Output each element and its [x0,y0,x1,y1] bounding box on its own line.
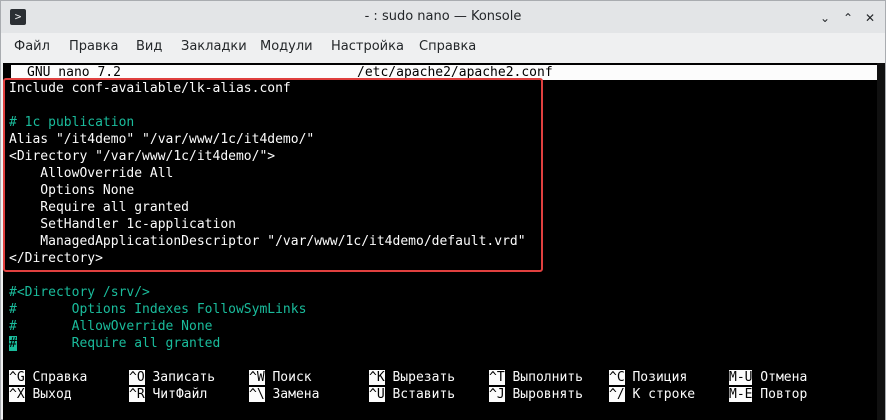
shortcut-key: ^X [9,387,25,402]
shortcut-label: Позиция [624,370,688,385]
shortcut-label: Записать [144,370,216,385]
shortcut-item: ^X Выход [9,386,72,403]
shortcut-label: Повтор [752,387,808,402]
shortcut-key: ^/ [609,387,625,402]
highlight-annotation-box [3,78,543,272]
shortcut-key: ^G [9,370,25,385]
terminal-scrollbar[interactable] [877,63,885,420]
shortcut-key: M-E [729,387,753,402]
shortcut-key: M-U [729,370,753,385]
title-bar[interactable]: > - : sudo nano — Konsole ⌄ ⌃ ✕ [1,1,885,33]
shortcut-item: M-E Повтор [729,386,807,403]
shortcut-item: ^K Вырезать [369,369,455,386]
shortcut-key: ^O [129,370,145,385]
editor-line: # AllowOverride None [9,319,213,334]
menu-help[interactable]: Справка [419,39,476,54]
shortcut-label: Замена [264,387,320,402]
minimize-button[interactable]: ⌄ [816,9,834,27]
maximize-button[interactable]: ⌃ [839,9,857,27]
shortcut-label: Вставить [384,387,456,402]
shortcut-item: M-U Отмена [729,369,807,386]
shortcut-key: ^T [489,370,505,385]
menu-bookmarks[interactable]: Закладки [181,39,247,54]
shortcut-key: ^K [369,370,385,385]
konsole-window: > - : sudo nano — Konsole ⌄ ⌃ ✕ Файл Пра… [0,0,886,420]
shortcut-key: ^R [129,387,145,402]
shortcut-item: ^O Записать [129,369,215,386]
shortcut-key: ^U [369,387,385,402]
menu-view[interactable]: Вид [136,39,162,54]
editor-line: # Require all granted [9,336,221,351]
editor-line: # Options Indexes FollowSymLinks [9,302,307,317]
shortcut-label: ЧитФайл [144,387,208,402]
terminal-area[interactable]: GNU nano 7.2 /etc/apache2/apache2.conf I… [3,63,885,420]
shortcut-label: Поиск [264,370,312,385]
shortcut-label: Выполнить [504,370,583,385]
shortcut-label: Выровнять [504,387,583,402]
shortcut-label: Выход [24,387,72,402]
shortcut-key: ^C [609,370,625,385]
shortcut-label: Справка [24,370,88,385]
shortcut-label: Вырезать [384,370,456,385]
shortcut-item: ^T Выполнить [489,369,583,386]
menu-plugins[interactable]: Модули [260,39,313,54]
shortcut-key: ^W [249,370,265,385]
shortcut-item: ^C Позиция [609,369,687,386]
shortcut-item: ^U Вставить [369,386,455,403]
close-button[interactable]: ✕ [861,9,879,27]
shortcut-item: ^/ К строке [609,386,695,403]
shortcut-item: ^J Выровнять [489,386,583,403]
menu-settings[interactable]: Настройка [331,39,404,54]
shortcut-key: ^\ [249,387,265,402]
text-cursor: # [9,336,17,351]
shortcut-key: ^J [489,387,505,402]
window-title: - : sudo nano — Konsole [364,9,522,24]
shortcut-item: ^W Поиск [249,369,312,386]
shortcut-item: ^R ЧитФайл [129,386,207,403]
editor-line: #<Directory /srv/> [9,285,150,300]
menu-edit[interactable]: Правка [69,39,118,54]
shortcut-label: Отмена [752,370,808,385]
shortcut-item: ^\ Замена [249,386,319,403]
shortcut-label: К строке [624,387,696,402]
menu-file[interactable]: Файл [14,39,50,54]
shortcut-item: ^G Справка [9,369,87,386]
menu-bar: Файл Правка Вид Закладки Модули Настройк… [1,34,885,62]
